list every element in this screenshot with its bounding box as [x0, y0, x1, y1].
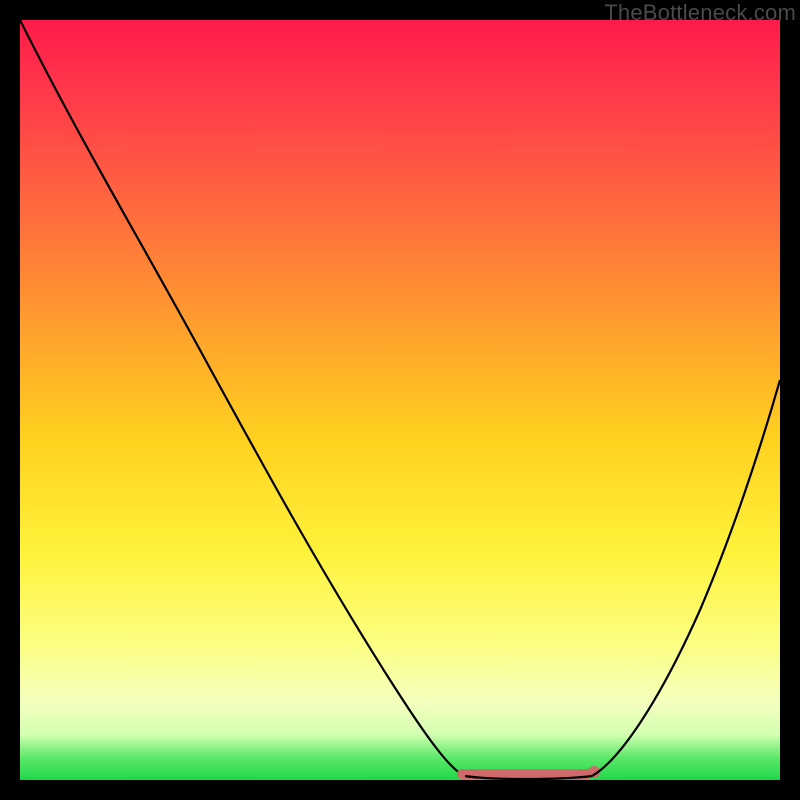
curve-right-branch — [592, 380, 780, 776]
curve-left-branch — [20, 20, 465, 776]
plot-frame — [20, 20, 780, 780]
watermark-label: TheBottleneck.com — [604, 0, 796, 26]
bottleneck-curve-svg — [20, 20, 780, 780]
